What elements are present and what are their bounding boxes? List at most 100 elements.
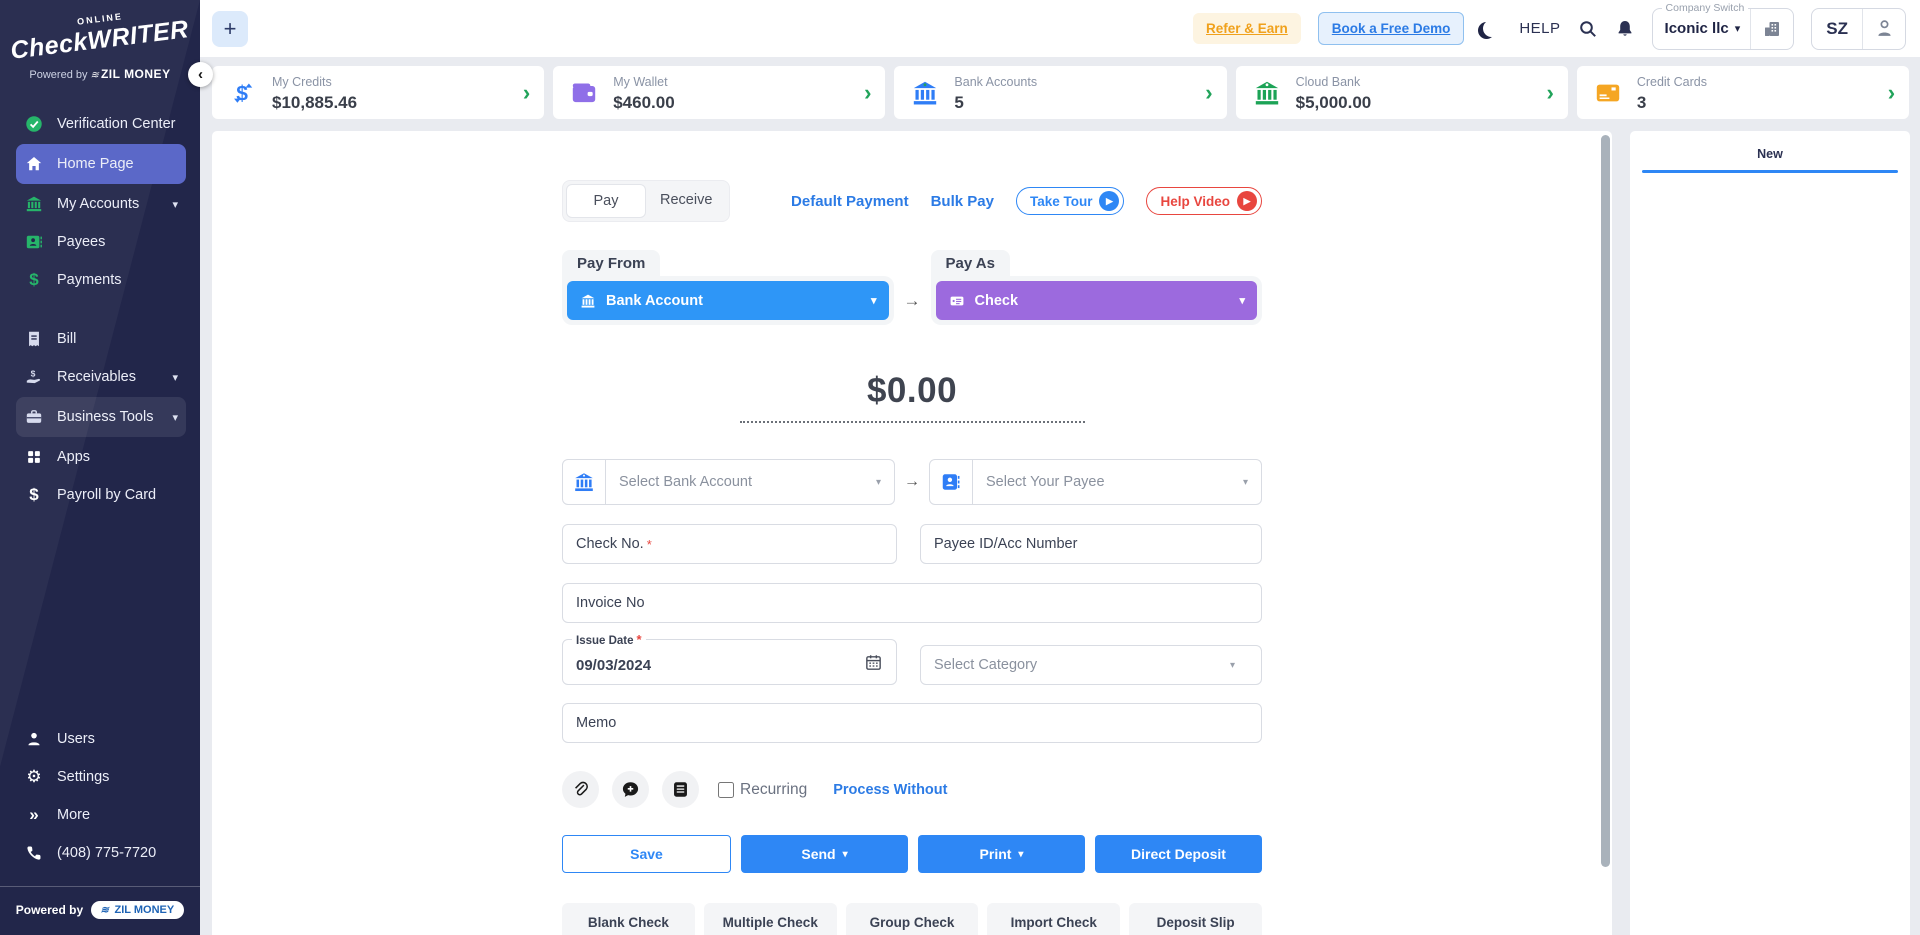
process-without-link[interactable]: Process Without — [833, 782, 947, 798]
sidebar-item-payees[interactable]: Payees — [16, 224, 186, 260]
pay-from-group: Pay From Bank Account ▾ — [562, 250, 894, 325]
sidebar-item-settings[interactable]: ⚙ Settings — [16, 759, 186, 795]
chevron-down-icon: ▾ — [1229, 659, 1235, 671]
chevron-right-icon[interactable]: › — [1546, 80, 1553, 106]
help-link[interactable]: HELP — [1519, 20, 1560, 37]
paperclip-icon — [575, 781, 588, 796]
chevron-right-icon[interactable]: › — [1205, 80, 1212, 106]
pay-as-dropdown[interactable]: Check ▾ — [935, 281, 1257, 320]
bulk-pay-link[interactable]: Bulk Pay — [931, 193, 994, 210]
play-icon: ▶ — [1237, 191, 1257, 211]
select-category[interactable]: Select Category ▾ — [920, 645, 1262, 685]
stat-label: Credit Cards — [1636, 74, 1707, 89]
recurring-checkbox[interactable] — [718, 781, 734, 798]
search-icon[interactable] — [1578, 19, 1598, 39]
chevron-right-icon[interactable]: › — [523, 80, 530, 106]
stat-value: 3 — [1636, 92, 1647, 112]
stat-card-my-credits[interactable]: $ My Credits $10,885.46 › — [212, 66, 545, 119]
avatar-initials[interactable]: SZ — [1812, 19, 1862, 39]
main-row: Pay Receive Default Payment Bulk Pay Tak… — [200, 131, 1920, 935]
dark-mode-icon[interactable] — [1483, 20, 1500, 37]
help-video-button[interactable]: Help Video ▶ — [1146, 187, 1262, 215]
stat-card-cloud-bank[interactable]: Cloud Bank $5,000.00 › — [1235, 66, 1568, 119]
chevron-down-icon: ▾ — [875, 476, 881, 488]
stat-card-bank-accounts[interactable]: Bank Accounts 5 › — [894, 66, 1227, 119]
sidebar-item-payments[interactable]: $ Payments — [16, 262, 186, 298]
group-check-button[interactable]: Group Check — [845, 903, 979, 935]
bank-icon — [579, 292, 597, 310]
phone-icon — [24, 843, 44, 863]
company-building-icon[interactable] — [1751, 19, 1793, 39]
blank-check-button[interactable]: Blank Check — [562, 903, 695, 935]
calculator-button[interactable] — [662, 771, 699, 808]
issue-date-value[interactable]: 09/03/2024 — [576, 657, 864, 674]
chevron-down-icon: ▾ — [172, 411, 178, 424]
chevron-down-icon: ▾ — [172, 198, 178, 211]
check-no-field[interactable]: Check No. * — [562, 524, 897, 564]
invoice-no-field[interactable]: Invoice No — [562, 583, 1262, 623]
memo-field[interactable]: Memo — [562, 703, 1262, 743]
chevron-right-icon[interactable]: › — [1888, 80, 1895, 106]
sidebar-item-apps[interactable]: Apps — [16, 439, 186, 475]
import-check-button[interactable]: Import Check — [987, 903, 1121, 935]
pay-from-dropdown[interactable]: Bank Account ▾ — [567, 281, 889, 320]
issue-date-field[interactable]: Issue Date * 09/03/2024 — [562, 632, 897, 685]
tab-new[interactable]: New — [1630, 145, 1910, 163]
calendar-icon[interactable] — [864, 653, 883, 677]
sidebar-item-my-accounts[interactable]: My Accounts ▾ — [16, 186, 186, 222]
sidebar-item-more[interactable]: » More — [16, 797, 186, 833]
profile-person-icon[interactable] — [1863, 18, 1905, 39]
sidebar-collapse-button[interactable]: ‹ — [188, 62, 213, 87]
sidebar-item-verification-center[interactable]: Verification Center — [16, 106, 186, 142]
chevron-down-icon: ▾ — [172, 371, 178, 384]
vertical-scrollbar[interactable] — [1601, 135, 1610, 867]
zil-money-badge[interactable]: ≋ ZIL MONEY — [91, 901, 185, 919]
payee-id-field[interactable]: Payee ID/Acc Number — [920, 524, 1262, 564]
amount-field[interactable]: $0.00 — [739, 371, 1085, 423]
select-bank-account[interactable]: Select Bank Account ▾ — [562, 459, 895, 505]
save-button[interactable]: Save — [562, 835, 731, 873]
tab-pay[interactable]: Pay — [566, 184, 646, 218]
sidebar-item-label: Verification Center — [57, 116, 176, 132]
deposit-slip-button[interactable]: Deposit Slip — [1129, 903, 1262, 935]
bank-icon — [563, 460, 606, 504]
add-button[interactable]: + — [212, 10, 248, 47]
select-payee-placeholder: Select Your Payee — [986, 474, 1105, 490]
amount-value[interactable]: $0.00 — [867, 371, 957, 410]
attachment-button[interactable] — [562, 771, 599, 808]
sidebar-item-users[interactable]: Users — [16, 721, 186, 757]
pay-as-label: Pay As — [930, 250, 1010, 276]
apps-grid-icon — [24, 447, 44, 467]
svg-text:$: $ — [236, 82, 248, 105]
tab-receive[interactable]: Receive — [646, 184, 726, 218]
sidebar-item-label: Payees — [57, 234, 106, 250]
arrow-right-icon: → — [904, 473, 920, 490]
select-payee[interactable]: Select Your Payee ▾ — [929, 459, 1262, 505]
sidebar-item-payroll-by-card[interactable]: $ Payroll by Card — [16, 477, 186, 513]
company-switch[interactable]: Company Switch Iconic llc ▾ — [1651, 1, 1795, 50]
send-button[interactable]: Send ▾ — [741, 835, 908, 873]
zil-money-icon: ≋ — [89, 70, 101, 81]
company-switch-value[interactable]: Iconic llc — [1653, 20, 1735, 37]
stat-card-my-wallet[interactable]: My Wallet $460.00 › — [553, 66, 886, 119]
multiple-check-button[interactable]: Multiple Check — [703, 903, 837, 935]
profile-box: SZ — [1811, 7, 1906, 50]
select-bank-placeholder: Select Bank Account — [619, 474, 752, 490]
chevron-right-icon[interactable]: › — [864, 80, 871, 106]
stat-card-credit-cards[interactable]: Credit Cards 3 › — [1576, 66, 1910, 119]
take-tour-button[interactable]: Take Tour ▶ — [1015, 187, 1125, 215]
sidebar-item-business-tools[interactable]: Business Tools ▾ — [16, 397, 186, 437]
add-comment-button[interactable] — [612, 771, 649, 808]
sidebar-item-bill[interactable]: Bill — [16, 321, 186, 357]
book-demo-button[interactable]: Book a Free Demo — [1317, 12, 1465, 45]
sidebar-item-home-page[interactable]: Home Page — [16, 144, 186, 184]
notifications-bell-icon[interactable] — [1615, 19, 1635, 39]
sidebar-item-label: More — [57, 807, 91, 823]
refer-earn-link[interactable]: Refer & Earn — [1193, 13, 1301, 44]
bill-icon — [24, 329, 44, 349]
sidebar-item-phone[interactable]: (408) 775-7720 — [16, 835, 186, 871]
default-payment-link[interactable]: Default Payment — [791, 193, 909, 210]
print-button[interactable]: Print ▾ — [918, 835, 1085, 873]
sidebar-item-receivables[interactable]: $ Receivables ▾ — [16, 359, 186, 395]
direct-deposit-button[interactable]: Direct Deposit — [1095, 835, 1262, 873]
